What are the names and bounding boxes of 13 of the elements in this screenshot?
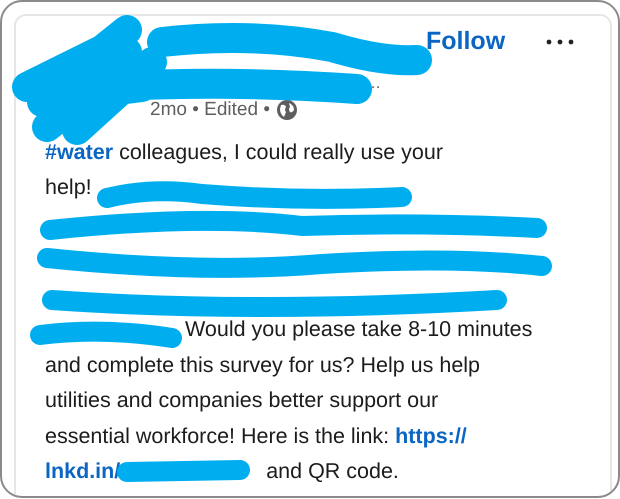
post-meta: 2mo • Edited • [150,98,270,122]
globe-icon [276,99,298,121]
post-text: and complete this survey for us? Help us help [45,352,480,379]
post-text: and QR code. [265,458,399,486]
post-text: help! [45,174,92,202]
url-link[interactable]: https:// [395,420,467,452]
post-text: colleagues, I could really use your [118,138,443,166]
follow-button[interactable]: Follow [422,23,510,61]
more-icon[interactable] [546,39,574,45]
post-text: utilities and companies better support our [45,387,438,414]
post-text: essential workforce! Here is the link: [45,422,390,450]
hashtag-link[interactable]: #water [45,136,114,168]
post-text: Would you please take 8-10 minutes [185,316,532,344]
